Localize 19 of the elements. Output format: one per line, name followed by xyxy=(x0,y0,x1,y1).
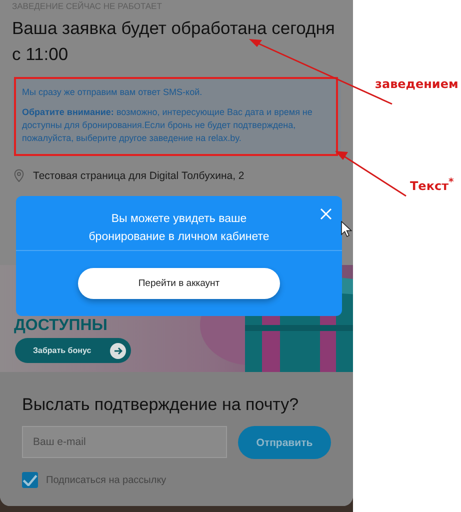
banner-headline: ДОСТУПНЫ xyxy=(14,318,108,334)
mouse-cursor-icon xyxy=(341,221,352,237)
page-title: Ваша заявка будет обработана сегодня с 11:00 xyxy=(12,17,335,66)
arrow-right-icon xyxy=(110,342,126,358)
annotation-label: заведением xyxy=(375,77,458,91)
notice-text: Мы сразу же отправим вам ответ SMS-кой. xyxy=(22,86,204,99)
address-text: Тестовая страница для Digital Толбухина, 2 xyxy=(33,170,244,182)
location-pin-icon xyxy=(14,169,24,182)
annotation-label: Текст$^{*}$ xyxy=(410,177,454,193)
annotation-arrow xyxy=(335,151,406,197)
subscribe-checkbox[interactable] xyxy=(22,472,38,488)
notice-text: Обратите внимание: возможно, интересующие Вас дата и время не доступны для бронирования.Если бронь не будет подтверждена, пожалуйста, выберите другое заведение на relax.by. xyxy=(22,106,314,145)
email-field[interactable]: Ваш e-mail xyxy=(22,426,227,458)
bonus-button[interactable]: Забрать бонус xyxy=(15,338,131,363)
section-heading: Выслать подтверждение на почту? xyxy=(22,394,300,416)
modal-message: Вы можете увидеть ваше бронирование в личном кабинете xyxy=(88,212,270,245)
close-icon[interactable] xyxy=(320,208,332,220)
checkbox-label: Подписаться на рассылку xyxy=(46,474,166,486)
account-button[interactable]: Перейти в аккаунт xyxy=(78,268,280,299)
